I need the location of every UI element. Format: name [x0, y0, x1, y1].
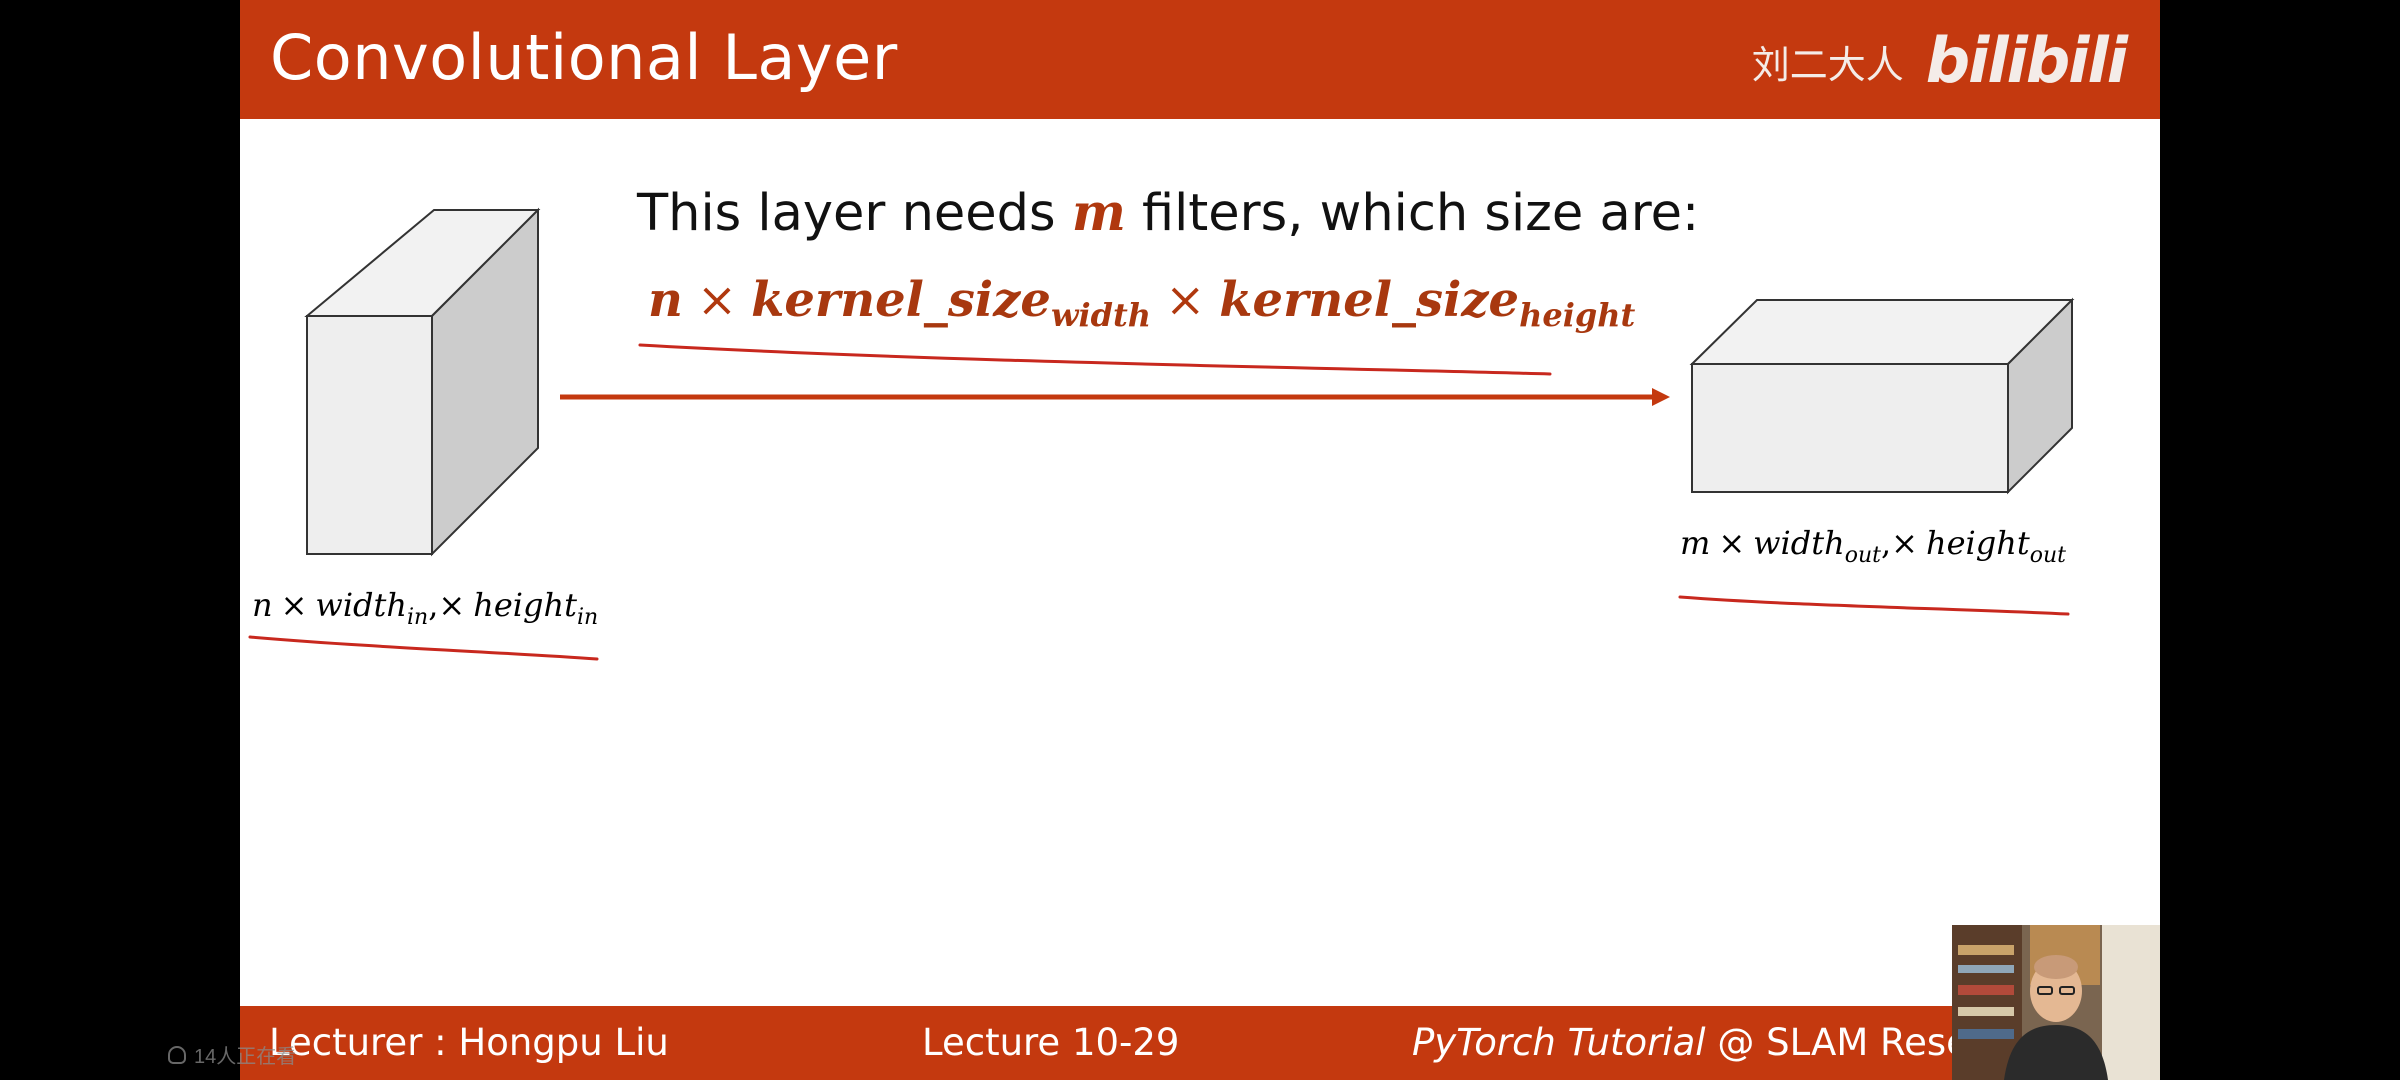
output-cube — [1689, 297, 2075, 495]
output-width-sub: out — [1844, 543, 1881, 568]
intro-text-before: This layer needs — [637, 184, 1072, 243]
output-width: width — [1753, 524, 1845, 562]
input-height-sub: in — [576, 605, 599, 630]
formula-kernel-height: kernel_size — [1219, 272, 1520, 328]
m-variable: m — [1071, 183, 1126, 243]
formula-kernel-width: kernel_size — [751, 272, 1051, 328]
viewer-count: 14人正在看 — [168, 1040, 296, 1069]
input-times: × — [280, 586, 308, 624]
input-comma-times: ,× — [428, 586, 466, 624]
input-cube — [304, 207, 541, 557]
footer-lecture-number: Lecture 10-29 — [922, 1021, 1180, 1064]
output-height-sub: out — [2029, 543, 2066, 568]
formula-n: n — [648, 272, 683, 328]
formula-times-2: × — [1165, 272, 1206, 328]
arrow-head — [1652, 388, 1670, 406]
intro-text-after: filters, which size are: — [1125, 184, 1700, 243]
input-width: width — [315, 586, 407, 624]
output-dimension-label: m × widthout,× heightout — [1680, 524, 2066, 568]
people-icon — [168, 1045, 186, 1064]
footer-brand: PyTorch Tutorial @ SLAM Resea — [1412, 1021, 1992, 1064]
output-cube-top — [1689, 299, 2075, 365]
output-times: × — [1718, 524, 1746, 562]
footer-lecturer: Lecturer : Hongpu Liu — [269, 1021, 669, 1064]
output-comma-times: ,× — [1881, 524, 1918, 562]
input-dimension-label: n × widthin,× heightin — [252, 586, 598, 630]
presenter-webcam — [1952, 925, 2160, 1080]
input-height: height — [473, 586, 577, 624]
webcam-feed-image — [1952, 925, 2160, 1080]
input-width-sub: in — [407, 605, 429, 630]
output-m: m — [1680, 524, 1711, 562]
slide: Convolutional Layer 刘二大人 bilibili This l… — [240, 0, 2160, 1080]
output-height: height — [1925, 524, 2030, 562]
transform-arrow — [560, 388, 1670, 406]
formula-width-sub: width — [1050, 296, 1152, 334]
footer-brand-italic: PyTorch Tutorial — [1412, 1021, 1706, 1064]
formula-times-1: × — [696, 272, 738, 328]
footer-bar: Lecturer : Hongpu Liu Lecture 10-29 PyTo… — [240, 1006, 2160, 1080]
input-n: n — [252, 586, 273, 624]
output-label-underline — [1678, 595, 2070, 616]
filters-sentence: This layer needs m filters, which size a… — [637, 183, 1699, 243]
formula-height-sub: height — [1519, 296, 1636, 334]
formula-underline — [638, 343, 1552, 376]
input-label-underline — [248, 635, 599, 661]
viewer-count-text: 14人正在看 — [194, 1046, 297, 1068]
footer-brand-rest: @ SLAM Resea — [1705, 1021, 1992, 1064]
input-cube-front — [306, 315, 433, 555]
filter-size-formula: n × kernel_sizewidth × kernel_sizeheight — [648, 272, 1635, 334]
output-cube-front — [1691, 363, 2009, 493]
